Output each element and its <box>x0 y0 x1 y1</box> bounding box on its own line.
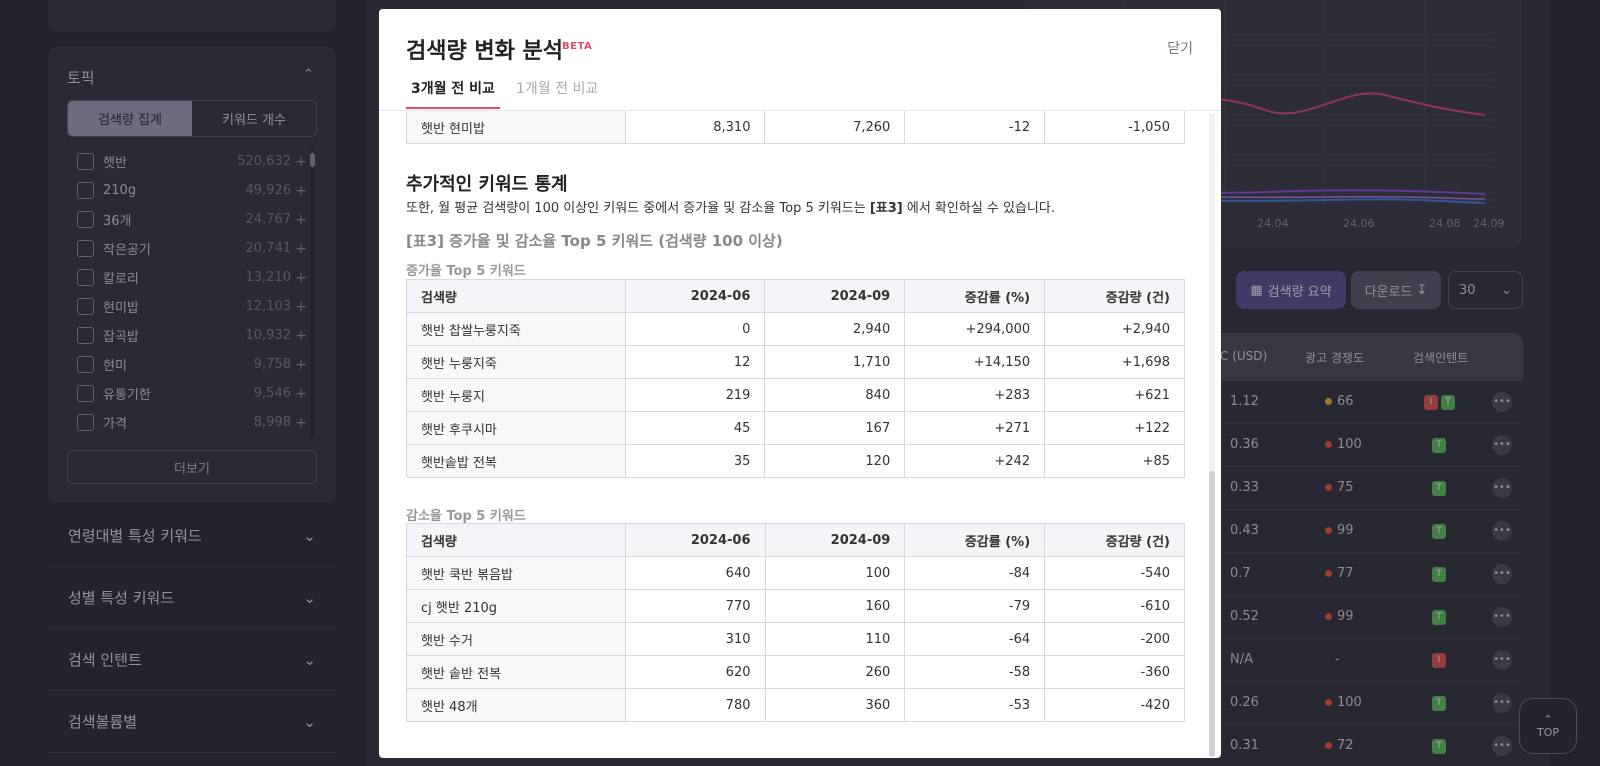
keyword-cell: cj 햇반 210g <box>406 589 626 623</box>
increase-caption: 증가율 Top 5 키워드 <box>406 264 526 279</box>
keyword-cell: 햇반 솥반 전복 <box>406 655 626 689</box>
value-cell: +14,150 <box>904 345 1046 379</box>
table-row: 햇반 48개 780 360 -53 -420 <box>406 688 1185 722</box>
decrease-top5-table: 검색량 2024-06 2024-09 증감률 (%) 증감량 (건) 햇반 쿡반 볶음밥… <box>406 523 1185 722</box>
value-cell: +271 <box>904 411 1046 445</box>
value-cell: 260 <box>764 655 906 689</box>
table-row: 햇반 찹쌀누룽지죽 0 2,940 +294,000 +2,940 <box>406 312 1185 346</box>
value-cell: +283 <box>904 378 1046 412</box>
value-cell: 770 <box>624 589 766 623</box>
value-cell: 110 <box>764 622 906 656</box>
modal-scrollbar[interactable] <box>1209 113 1215 757</box>
table-row: 햇반솥밥 전복 35 120 +242 +85 <box>406 444 1185 478</box>
value-cell: 1,710 <box>764 345 906 379</box>
column-header: 증감률 (%) <box>904 523 1046 557</box>
column-header: 증감량 (건) <box>1044 523 1185 557</box>
modal-header: 검색량 변화 분석 BETA 닫기 3개월 전 비교 1개월 전 비교 <box>379 9 1221 111</box>
increase-top5-table: 검색량 2024-06 2024-09 증감률 (%) 증감량 (건) 햇반 찹쌀누룽지죽… <box>406 279 1185 478</box>
table-header-row: 검색량 2024-06 2024-09 증감률 (%) 증감량 (건) <box>406 279 1185 313</box>
beta-badge: BETA <box>562 41 593 52</box>
table-row: 햇반 현미밥 8,310 7,260 -12 -1,050 <box>406 110 1185 144</box>
value-cell: -58 <box>904 655 1046 689</box>
value-cell: +1,698 <box>1044 345 1185 379</box>
value-cell: -1,050 <box>1044 110 1185 144</box>
value-cell: 219 <box>624 378 766 412</box>
column-header: 검색량 <box>406 279 626 313</box>
value-cell: +122 <box>1044 411 1185 445</box>
value-cell: 360 <box>764 688 906 722</box>
table-caption: [표3] 증가율 및 감소율 Top 5 키워드 (검색량 100 이상) <box>406 232 783 250</box>
keyword-cell: 햇반 쿡반 볶음밥 <box>406 556 626 590</box>
tab-3-month[interactable]: 3개월 전 비교 <box>406 78 500 109</box>
table-row: 햇반 수거 310 110 -64 -200 <box>406 622 1185 656</box>
value-cell: -540 <box>1044 556 1185 590</box>
table-reference: [표3] <box>869 201 903 216</box>
value-cell: 45 <box>624 411 766 445</box>
value-cell: 620 <box>624 655 766 689</box>
keyword-cell: 햇반 수거 <box>406 622 626 656</box>
description-text: 에서 확인하실 수 있습니다. <box>902 201 1055 216</box>
value-cell: 35 <box>624 444 766 478</box>
value-cell: -12 <box>904 110 1046 144</box>
value-cell: 7,260 <box>764 110 906 144</box>
column-header: 검색량 <box>406 523 626 557</box>
section-title: 추가적인 키워드 통계 <box>406 174 568 195</box>
value-cell: -360 <box>1044 655 1185 689</box>
table-row: 햇반 솥반 전복 620 260 -58 -360 <box>406 655 1185 689</box>
previous-table-tail: 햇반 현미밥 8,310 7,260 -12 -1,050 <box>406 110 1185 144</box>
table-row: 햇반 누룽지죽 12 1,710 +14,150 +1,698 <box>406 345 1185 379</box>
value-cell: 640 <box>624 556 766 590</box>
table-row: 햇반 누룽지 219 840 +283 +621 <box>406 378 1185 412</box>
value-cell: 120 <box>764 444 906 478</box>
column-header: 2024-06 <box>624 523 766 557</box>
decrease-caption: 감소율 Top 5 키워드 <box>406 509 526 524</box>
keyword-cell: 햇반 48개 <box>406 688 626 722</box>
keyword-cell: 햇반 누룽지 <box>406 378 626 412</box>
value-cell: -200 <box>1044 622 1185 656</box>
value-cell: 160 <box>764 589 906 623</box>
close-button[interactable]: 닫기 <box>1167 38 1193 58</box>
value-cell: -420 <box>1044 688 1185 722</box>
value-cell: -64 <box>904 622 1046 656</box>
tab-1-month[interactable]: 1개월 전 비교 <box>516 78 598 107</box>
value-cell: 780 <box>624 688 766 722</box>
section-description: 또한, 월 평균 검색량이 100 이상인 키워드 중에서 증가율 및 감소율 … <box>406 197 1055 216</box>
value-cell: 8,310 <box>624 110 766 144</box>
keyword-cell: 햇반 후쿠시마 <box>406 411 626 445</box>
table-header-row: 검색량 2024-06 2024-09 증감률 (%) 증감량 (건) <box>406 523 1185 557</box>
keyword-cell: 햇반 찹쌀누룽지죽 <box>406 312 626 346</box>
column-header: 2024-09 <box>764 279 906 313</box>
value-cell: 2,940 <box>764 312 906 346</box>
value-cell: +85 <box>1044 444 1185 478</box>
value-cell: 840 <box>764 378 906 412</box>
search-change-analysis-modal: 검색량 변화 분석 BETA 닫기 3개월 전 비교 1개월 전 비교 햇반 현… <box>379 9 1221 758</box>
value-cell: +242 <box>904 444 1046 478</box>
description-text: 또한, 월 평균 검색량이 100 이상인 키워드 중에서 증가율 및 감소율 … <box>406 201 870 216</box>
column-header: 2024-09 <box>764 523 906 557</box>
table-row: 햇반 후쿠시마 45 167 +271 +122 <box>406 411 1185 445</box>
keyword-cell: 햇반 현미밥 <box>406 110 626 144</box>
keyword-cell: 햇반솥밥 전복 <box>406 444 626 478</box>
table-row: cj 햇반 210g 770 160 -79 -610 <box>406 589 1185 623</box>
value-cell: +621 <box>1044 378 1185 412</box>
column-header: 2024-06 <box>624 279 766 313</box>
keyword-cell: 햇반 누룽지죽 <box>406 345 626 379</box>
value-cell: -84 <box>904 556 1046 590</box>
table-row: 햇반 쿡반 볶음밥 640 100 -84 -540 <box>406 556 1185 590</box>
value-cell: -79 <box>904 589 1046 623</box>
value-cell: -53 <box>904 688 1046 722</box>
value-cell: +294,000 <box>904 312 1046 346</box>
modal-title: 검색량 변화 분석 <box>406 39 563 64</box>
column-header: 증감량 (건) <box>1044 279 1185 313</box>
value-cell: 167 <box>764 411 906 445</box>
value-cell: 12 <box>624 345 766 379</box>
value-cell: 310 <box>624 622 766 656</box>
value-cell: 0 <box>624 312 766 346</box>
value-cell: 100 <box>764 556 906 590</box>
column-header: 증감률 (%) <box>904 279 1046 313</box>
value-cell: -610 <box>1044 589 1185 623</box>
value-cell: +2,940 <box>1044 312 1185 346</box>
